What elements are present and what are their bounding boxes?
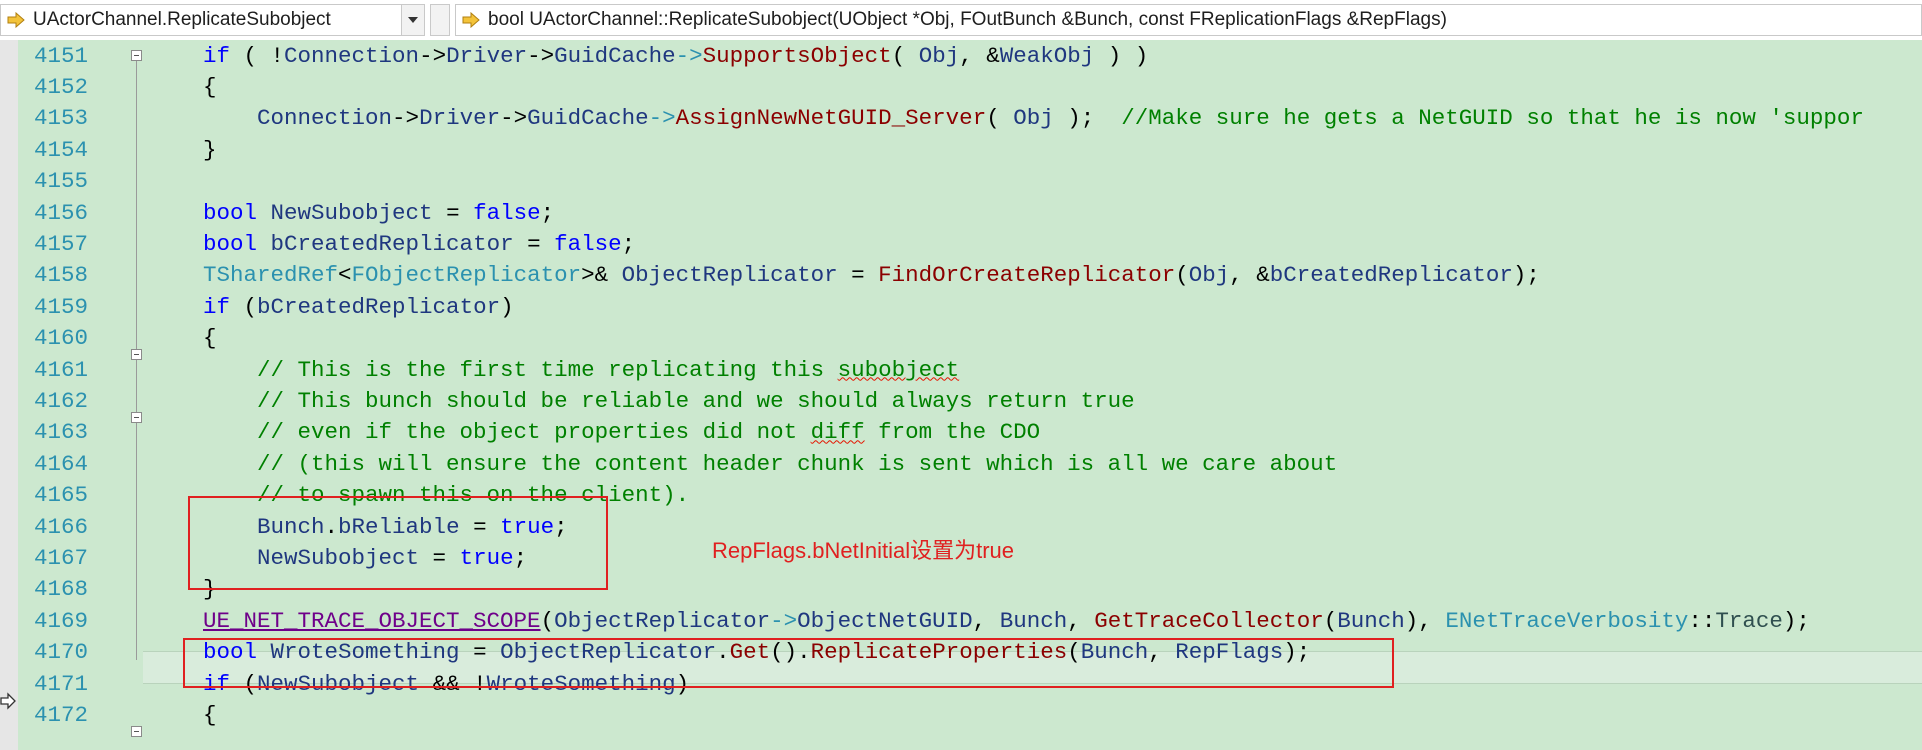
line-number: 4169	[33, 607, 88, 634]
code-line: 4152{	[18, 71, 217, 102]
execution-pointer-icon	[0, 692, 16, 710]
code-line: 4169 UE_NET_TRACE_OBJECT_SCOPE(ObjectRepl…	[18, 605, 1810, 636]
code-line: 4170 bool WroteSomething = ObjectReplicat…	[18, 637, 1310, 668]
line-number: 4163	[33, 419, 88, 446]
collapse-icon[interactable]	[131, 50, 142, 61]
code-line: 4161 // This is the first time replicati…	[18, 354, 959, 385]
member-arrow-icon	[460, 9, 482, 31]
line-number: 4165	[33, 482, 88, 509]
line-number: 4170	[33, 639, 88, 666]
code-line: 4168}	[18, 574, 217, 605]
dropdown-divider	[430, 4, 450, 36]
breakpoint-gutter[interactable]	[0, 40, 18, 750]
highlight-box-reliable	[188, 496, 608, 590]
line-number: 4160	[33, 325, 88, 352]
code-line: 4171 if (NewSubobject && !WroteSomething)	[18, 668, 689, 699]
line-number: 4153	[33, 105, 88, 132]
collapse-icon[interactable]	[131, 412, 142, 423]
line-number: 4158	[33, 262, 88, 289]
outline-guide	[136, 60, 137, 660]
line-number: 4172	[33, 702, 88, 729]
line-number: 4168	[33, 576, 88, 603]
code-line: 4162 // This bunch should be reliable an…	[18, 385, 1135, 416]
line-number: 4166	[33, 513, 88, 540]
line-number: 4152	[33, 74, 88, 101]
collapse-icon[interactable]	[131, 349, 142, 360]
code-line: 4159 if (bCreatedReplicator)	[18, 291, 514, 322]
line-number: 4156	[33, 199, 88, 226]
code-line: 4155	[18, 166, 88, 197]
navigation-bar: UActorChannel.ReplicateSubobject bool UA…	[0, 0, 1922, 41]
line-number: 4164	[33, 450, 88, 477]
line-number: 4162	[33, 388, 88, 415]
code-line: 4160{	[18, 323, 217, 354]
code-line: 4158 TSharedRef<FObjectReplicator>& Objec…	[18, 260, 1540, 291]
highlight-box-replicate	[183, 638, 1394, 688]
code-line: 4166 Bunch.bReliable = true;	[18, 511, 568, 542]
code-line: 4165 // to spawn this on the client).	[18, 480, 689, 511]
line-number: 4167	[33, 545, 88, 572]
line-number: 4157	[33, 231, 88, 258]
scope-dropdown[interactable]: UActorChannel.ReplicateSubobject	[0, 4, 425, 36]
scope-arrow-icon	[5, 9, 27, 31]
code-line: 4153 Connection->Driver->GuidCache->Assi…	[18, 103, 1864, 134]
code-line: 4167 NewSubobject = true;	[18, 542, 527, 573]
code-line: 4154}	[18, 134, 217, 165]
code-line: 4157 bool bCreatedReplicator = false;	[18, 228, 635, 259]
code-line: 4151 if ( !Connection->Driver->GuidCache-…	[18, 40, 1148, 71]
collapse-icon[interactable]	[131, 726, 142, 737]
line-number: 4161	[33, 356, 88, 383]
line-number: 4154	[33, 136, 88, 163]
code-line: 4172{	[18, 699, 217, 730]
annotation-note: RepFlags.bNetInitial设置为true	[712, 538, 1015, 563]
scope-dropdown-label: UActorChannel.ReplicateSubobject	[33, 9, 331, 30]
code-line: 4164 // (this will ensure the content he…	[18, 448, 1337, 479]
chevron-down-icon[interactable]	[401, 5, 424, 35]
line-number: 4171	[33, 670, 88, 697]
member-dropdown-label: bool UActorChannel::ReplicateSubobject(U…	[488, 9, 1447, 30]
line-number: 4159	[33, 293, 88, 320]
code-line: 4156 bool NewSubobject = false;	[18, 197, 554, 228]
code-line: 4163 // even if the object properties di…	[18, 417, 1040, 448]
line-number: 4151	[33, 42, 88, 69]
member-dropdown[interactable]: bool UActorChannel::ReplicateSubobject(U…	[455, 4, 1922, 36]
line-number: 4155	[33, 168, 88, 195]
